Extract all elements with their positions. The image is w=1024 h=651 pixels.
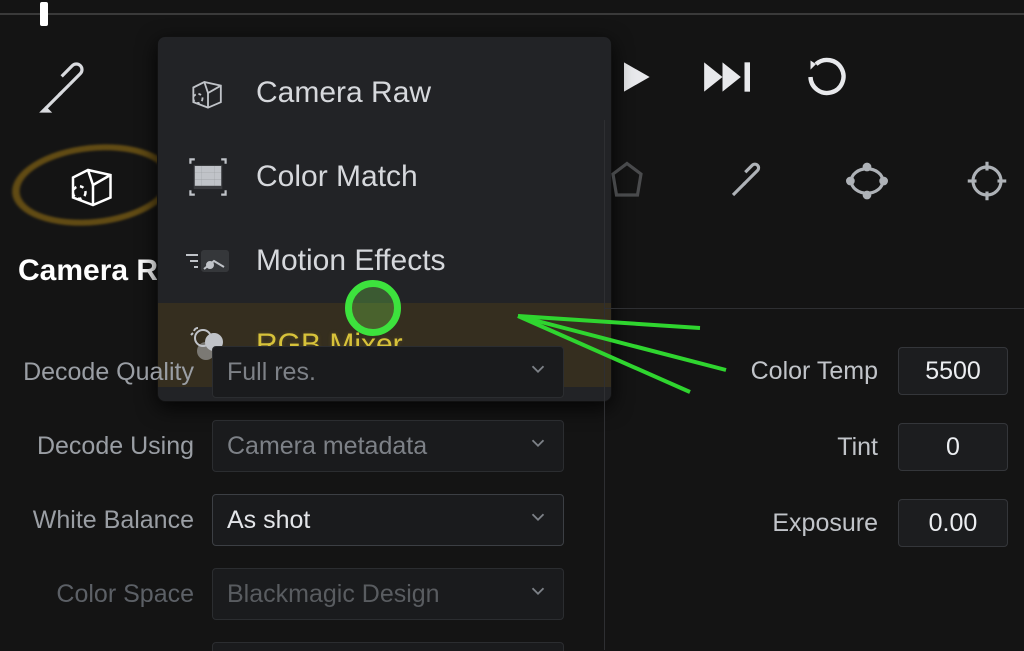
field-value: 5500 xyxy=(925,357,981,386)
chevron-down-icon xyxy=(527,506,549,535)
chevron-down-icon xyxy=(527,358,549,387)
tint-field[interactable]: 0 xyxy=(898,423,1008,471)
white-balance-label: White Balance xyxy=(0,506,194,535)
tint-label: Tint xyxy=(837,433,878,462)
tracker-icon[interactable] xyxy=(846,160,888,207)
select-value: Blackmagic Design xyxy=(227,580,440,609)
chevron-down-icon xyxy=(527,432,549,461)
camera-raw-settings: Decode Quality Full res. Decode Using Ca… xyxy=(0,346,592,651)
decode-using-label: Decode Using xyxy=(0,432,194,461)
exposure-label: Exposure xyxy=(772,509,878,538)
decode-quality-select[interactable]: Full res. xyxy=(212,346,564,398)
gamma-select[interactable]: Blackmagi…sign Film xyxy=(212,642,564,651)
select-value: Full res. xyxy=(227,358,316,387)
horizontal-divider xyxy=(604,308,1024,309)
white-balance-select[interactable]: As shot xyxy=(212,494,564,546)
loop-icon[interactable] xyxy=(799,55,855,99)
decode-using-select[interactable]: Camera metadata xyxy=(212,420,564,472)
color-space-label: Color Space xyxy=(0,580,194,609)
menu-item-label: Color Match xyxy=(256,160,418,194)
exposure-field[interactable]: 0.00 xyxy=(898,499,1008,547)
timeline-track[interactable] xyxy=(0,13,1024,15)
menu-item-camera-raw[interactable]: Camera Raw xyxy=(158,51,611,135)
eyedropper-tool-icon[interactable] xyxy=(35,55,99,124)
select-value: Camera metadata xyxy=(227,432,427,461)
playhead[interactable] xyxy=(40,2,48,26)
eyedropper-icon[interactable] xyxy=(726,160,768,207)
camera-raw-tab[interactable] xyxy=(38,155,148,215)
field-value: 0.00 xyxy=(929,509,978,538)
menu-item-label: Camera Raw xyxy=(256,76,431,110)
chevron-down-icon xyxy=(527,580,549,609)
next-icon[interactable] xyxy=(699,55,757,99)
select-value: As shot xyxy=(227,506,310,535)
camera-raw-numeric-settings: Color Temp 5500 Tint 0 Exposure 0.00 xyxy=(640,347,1008,575)
camera-raw-icon xyxy=(184,69,232,117)
color-space-select[interactable]: Blackmagic Design xyxy=(212,568,564,620)
panel-title: Camera R xyxy=(18,254,158,288)
menu-item-color-match[interactable]: Color Match xyxy=(158,135,611,219)
menu-item-motion-effects[interactable]: Motion Effects xyxy=(158,219,611,303)
color-match-icon xyxy=(184,153,232,201)
decode-quality-label: Decode Quality xyxy=(0,358,194,387)
field-value: 0 xyxy=(946,433,960,462)
motion-effects-icon xyxy=(184,237,232,285)
geometry-icon[interactable] xyxy=(606,160,648,207)
menu-item-label: Motion Effects xyxy=(256,244,446,278)
color-temp-label: Color Temp xyxy=(751,357,878,386)
crosshair-icon[interactable] xyxy=(966,160,1008,207)
vertical-divider xyxy=(604,120,605,650)
play-icon[interactable] xyxy=(613,55,657,99)
color-temp-field[interactable]: 5500 xyxy=(898,347,1008,395)
